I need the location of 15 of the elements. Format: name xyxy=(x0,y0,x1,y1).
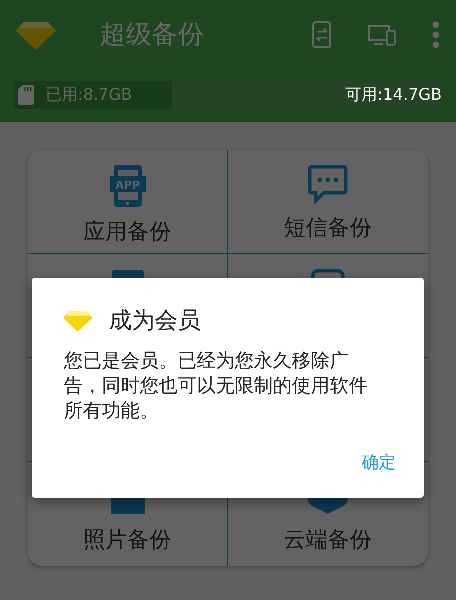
storage-used-text: 已用:8.7GB xyxy=(46,84,132,106)
dialog-title: 成为会员 xyxy=(109,307,201,336)
phone-transfer-icon[interactable] xyxy=(312,21,332,49)
backup-tile[interactable]: 短信备份 xyxy=(228,150,428,254)
dialog-message: 您已是会员。已经为您永久移除广告，同时您也可以无限制的使用软件所有功能。 xyxy=(64,348,369,424)
sd-card-icon xyxy=(18,85,34,105)
confirm-button[interactable]: 确定 xyxy=(362,450,396,476)
storage-free-text: 可用:14.7GB xyxy=(346,84,442,106)
app-title: 超级备份 xyxy=(100,18,204,52)
backup-tile[interactable]: APP 应用备份 xyxy=(28,150,228,254)
devices-icon[interactable] xyxy=(368,23,396,47)
diamond-icon xyxy=(16,19,56,51)
more-menu-icon[interactable] xyxy=(432,21,440,49)
chat-bubble-icon xyxy=(308,164,348,204)
diamond-icon xyxy=(63,310,93,332)
